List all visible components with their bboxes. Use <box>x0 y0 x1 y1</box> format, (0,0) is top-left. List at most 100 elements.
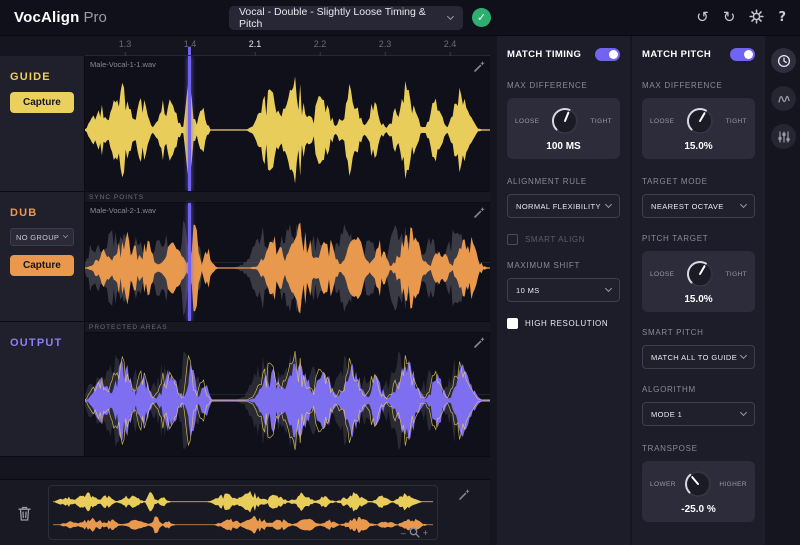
pitch-target-label: PITCH TARGET <box>642 234 709 243</box>
timeline-tick: 2.3 <box>378 39 392 56</box>
chevron-down-icon <box>604 284 613 293</box>
zoom-in-icon[interactable]: + <box>423 528 428 538</box>
preset-selector[interactable]: Vocal - Double - Slightly Loose Timing &… <box>229 6 463 30</box>
dub-track-header: DUB NO GROUP Capture <box>0 192 85 321</box>
dub-track-label: DUB <box>10 207 38 219</box>
overview-scroll-region[interactable] <box>48 485 438 540</box>
smart-align-checkbox-row[interactable]: SMART ALIGN <box>507 234 620 245</box>
pitch-max-difference-value: 15.0% <box>684 141 713 152</box>
dub-group-dropdown[interactable]: NO GROUP <box>10 228 74 246</box>
overview-guide-waveform <box>53 490 433 513</box>
smart-align-checkbox[interactable] <box>507 234 518 245</box>
target-mode-dropdown[interactable]: NEAREST OCTAVE <box>642 194 755 218</box>
playhead-ruler-marker[interactable] <box>188 47 191 55</box>
match-pitch-panel: MATCH PITCH MAX DIFFERENCE LOOSE TIGHT 1… <box>632 36 765 545</box>
maximum-shift-dropdown[interactable]: 10 MS <box>507 278 620 302</box>
dub-group-value: NO GROUP <box>16 232 60 242</box>
guide-process-wand-icon[interactable] <box>473 60 485 78</box>
smart-align-label: SMART ALIGN <box>525 235 586 244</box>
high-resolution-checkbox[interactable] <box>507 318 518 329</box>
loose-label: LOOSE <box>650 270 675 278</box>
navigator-wand-icon[interactable] <box>458 488 470 506</box>
match-pitch-title: MATCH PITCH <box>642 49 712 60</box>
alignment-rule-value: NORMAL FLEXIBILITY <box>516 201 601 211</box>
vocalign-window: VocAlign Pro Vocal - Double - Slightly L… <box>0 0 800 545</box>
match-timing-toggle[interactable] <box>595 48 620 61</box>
match-pitch-toggle[interactable] <box>730 48 755 61</box>
help-icon[interactable]: ? <box>778 11 786 24</box>
settings-view-button[interactable] <box>771 124 796 149</box>
tight-label: TIGHT <box>725 270 747 278</box>
timeline-tick: 2.2 <box>313 39 327 56</box>
transpose-value: -25.0 % <box>681 504 716 515</box>
transpose-card: LOWER HIGHER -25.0 % <box>642 461 755 522</box>
chevron-down-icon <box>739 200 748 209</box>
smart-pitch-dropdown[interactable]: MATCH ALL TO GUIDE <box>642 345 755 369</box>
tracks-spacer <box>0 457 490 479</box>
app-name: VocAlign <box>14 9 80 26</box>
loose-label: LOOSE <box>515 117 540 125</box>
target-mode-label: TARGET MODE <box>642 177 708 186</box>
protected-areas-strip[interactable]: PROTECTED AREAS <box>85 322 490 333</box>
output-track: OUTPUT PROTECTED AREAS <box>0 322 490 457</box>
zoom-out-icon[interactable]: – <box>401 528 406 538</box>
timing-max-difference-value: 100 MS <box>546 141 581 152</box>
dub-track: DUB NO GROUP Capture SYNC POINTS Male-Vo… <box>0 192 490 322</box>
view-mode-strip <box>767 36 800 545</box>
timing-max-difference-knob[interactable] <box>550 106 580 136</box>
trash-icon[interactable] <box>11 500 37 526</box>
pitch-max-difference-card: LOOSE TIGHT 15.0% <box>642 98 755 159</box>
dub-process-wand-icon[interactable] <box>473 206 485 224</box>
guide-track-header: GUIDE Capture <box>0 56 85 191</box>
tracks-pane: 1.3 1.4 2.1 2.2 2.3 2.4 GUIDE Capture Ma… <box>0 36 490 545</box>
dub-capture-button[interactable]: Capture <box>10 255 74 276</box>
pitch-max-difference-knob[interactable] <box>685 106 715 136</box>
undo-icon[interactable]: ↺ <box>696 10 709 25</box>
guide-file-name: Male-Vocal-1-1.wav <box>90 60 156 69</box>
preset-value: Vocal - Double - Slightly Loose Timing &… <box>239 6 426 30</box>
overview-navigator: – + <box>0 479 490 545</box>
guide-waveform-area[interactable]: Male-Vocal-1-1.wav <box>85 56 490 191</box>
guide-waveform <box>85 76 490 184</box>
zoom-control[interactable]: – + <box>401 527 428 538</box>
loose-label: LOOSE <box>650 117 675 125</box>
match-timing-title: MATCH TIMING <box>507 49 582 60</box>
sync-points-strip[interactable]: SYNC POINTS <box>85 192 490 203</box>
settings-gear-icon[interactable] <box>749 8 765 27</box>
redo-icon[interactable]: ↻ <box>723 10 736 25</box>
transpose-knob[interactable] <box>683 469 713 499</box>
playhead[interactable] <box>188 56 191 191</box>
dub-file-name: Male-Vocal-2-1.wav <box>90 206 156 215</box>
algorithm-dropdown[interactable]: MODE 1 <box>642 402 755 426</box>
high-resolution-checkbox-row[interactable]: HIGH RESOLUTION <box>507 318 620 329</box>
algorithm-value: MODE 1 <box>651 409 683 419</box>
output-waveform <box>85 350 490 451</box>
output-track-header: OUTPUT <box>0 322 85 456</box>
timing-view-button[interactable] <box>771 48 796 73</box>
smart-pitch-label: SMART PITCH <box>642 328 704 337</box>
alignment-rule-dropdown[interactable]: NORMAL FLEXIBILITY <box>507 194 620 218</box>
pitch-target-card: LOOSE TIGHT 15.0% <box>642 251 755 312</box>
match-timing-panel: MATCH TIMING MAX DIFFERENCE LOOSE TIGHT … <box>497 36 630 545</box>
smart-pitch-value: MATCH ALL TO GUIDE <box>651 352 738 362</box>
pitch-target-knob[interactable] <box>685 259 715 289</box>
output-waveform-area[interactable]: PROTECTED AREAS <box>85 322 490 456</box>
lower-label: LOWER <box>650 480 676 488</box>
sliders-icon <box>777 130 790 143</box>
timeline-tick: 1.3 <box>118 39 132 56</box>
guide-track-label: GUIDE <box>10 71 51 83</box>
timeline-ruler[interactable]: 1.3 1.4 2.1 2.2 2.3 2.4 <box>85 36 490 56</box>
guide-capture-button[interactable]: Capture <box>10 92 74 113</box>
dub-waveform-area[interactable]: SYNC POINTS Male-Vocal-2-1.wav <box>85 192 490 321</box>
overview-dub-waveform <box>53 516 433 534</box>
output-process-wand-icon[interactable] <box>473 336 485 354</box>
chevron-down-icon <box>739 408 748 417</box>
tight-label: TIGHT <box>725 117 747 125</box>
pitch-wave-icon <box>777 95 790 103</box>
playhead[interactable] <box>188 203 191 321</box>
pitch-view-button[interactable] <box>771 86 796 111</box>
pitch-target-value: 15.0% <box>684 294 713 305</box>
timeline-tick: 2.1 <box>248 39 262 56</box>
magnifier-icon <box>409 527 420 538</box>
guide-track: GUIDE Capture Male-Vocal-1-1.wav <box>0 56 490 192</box>
